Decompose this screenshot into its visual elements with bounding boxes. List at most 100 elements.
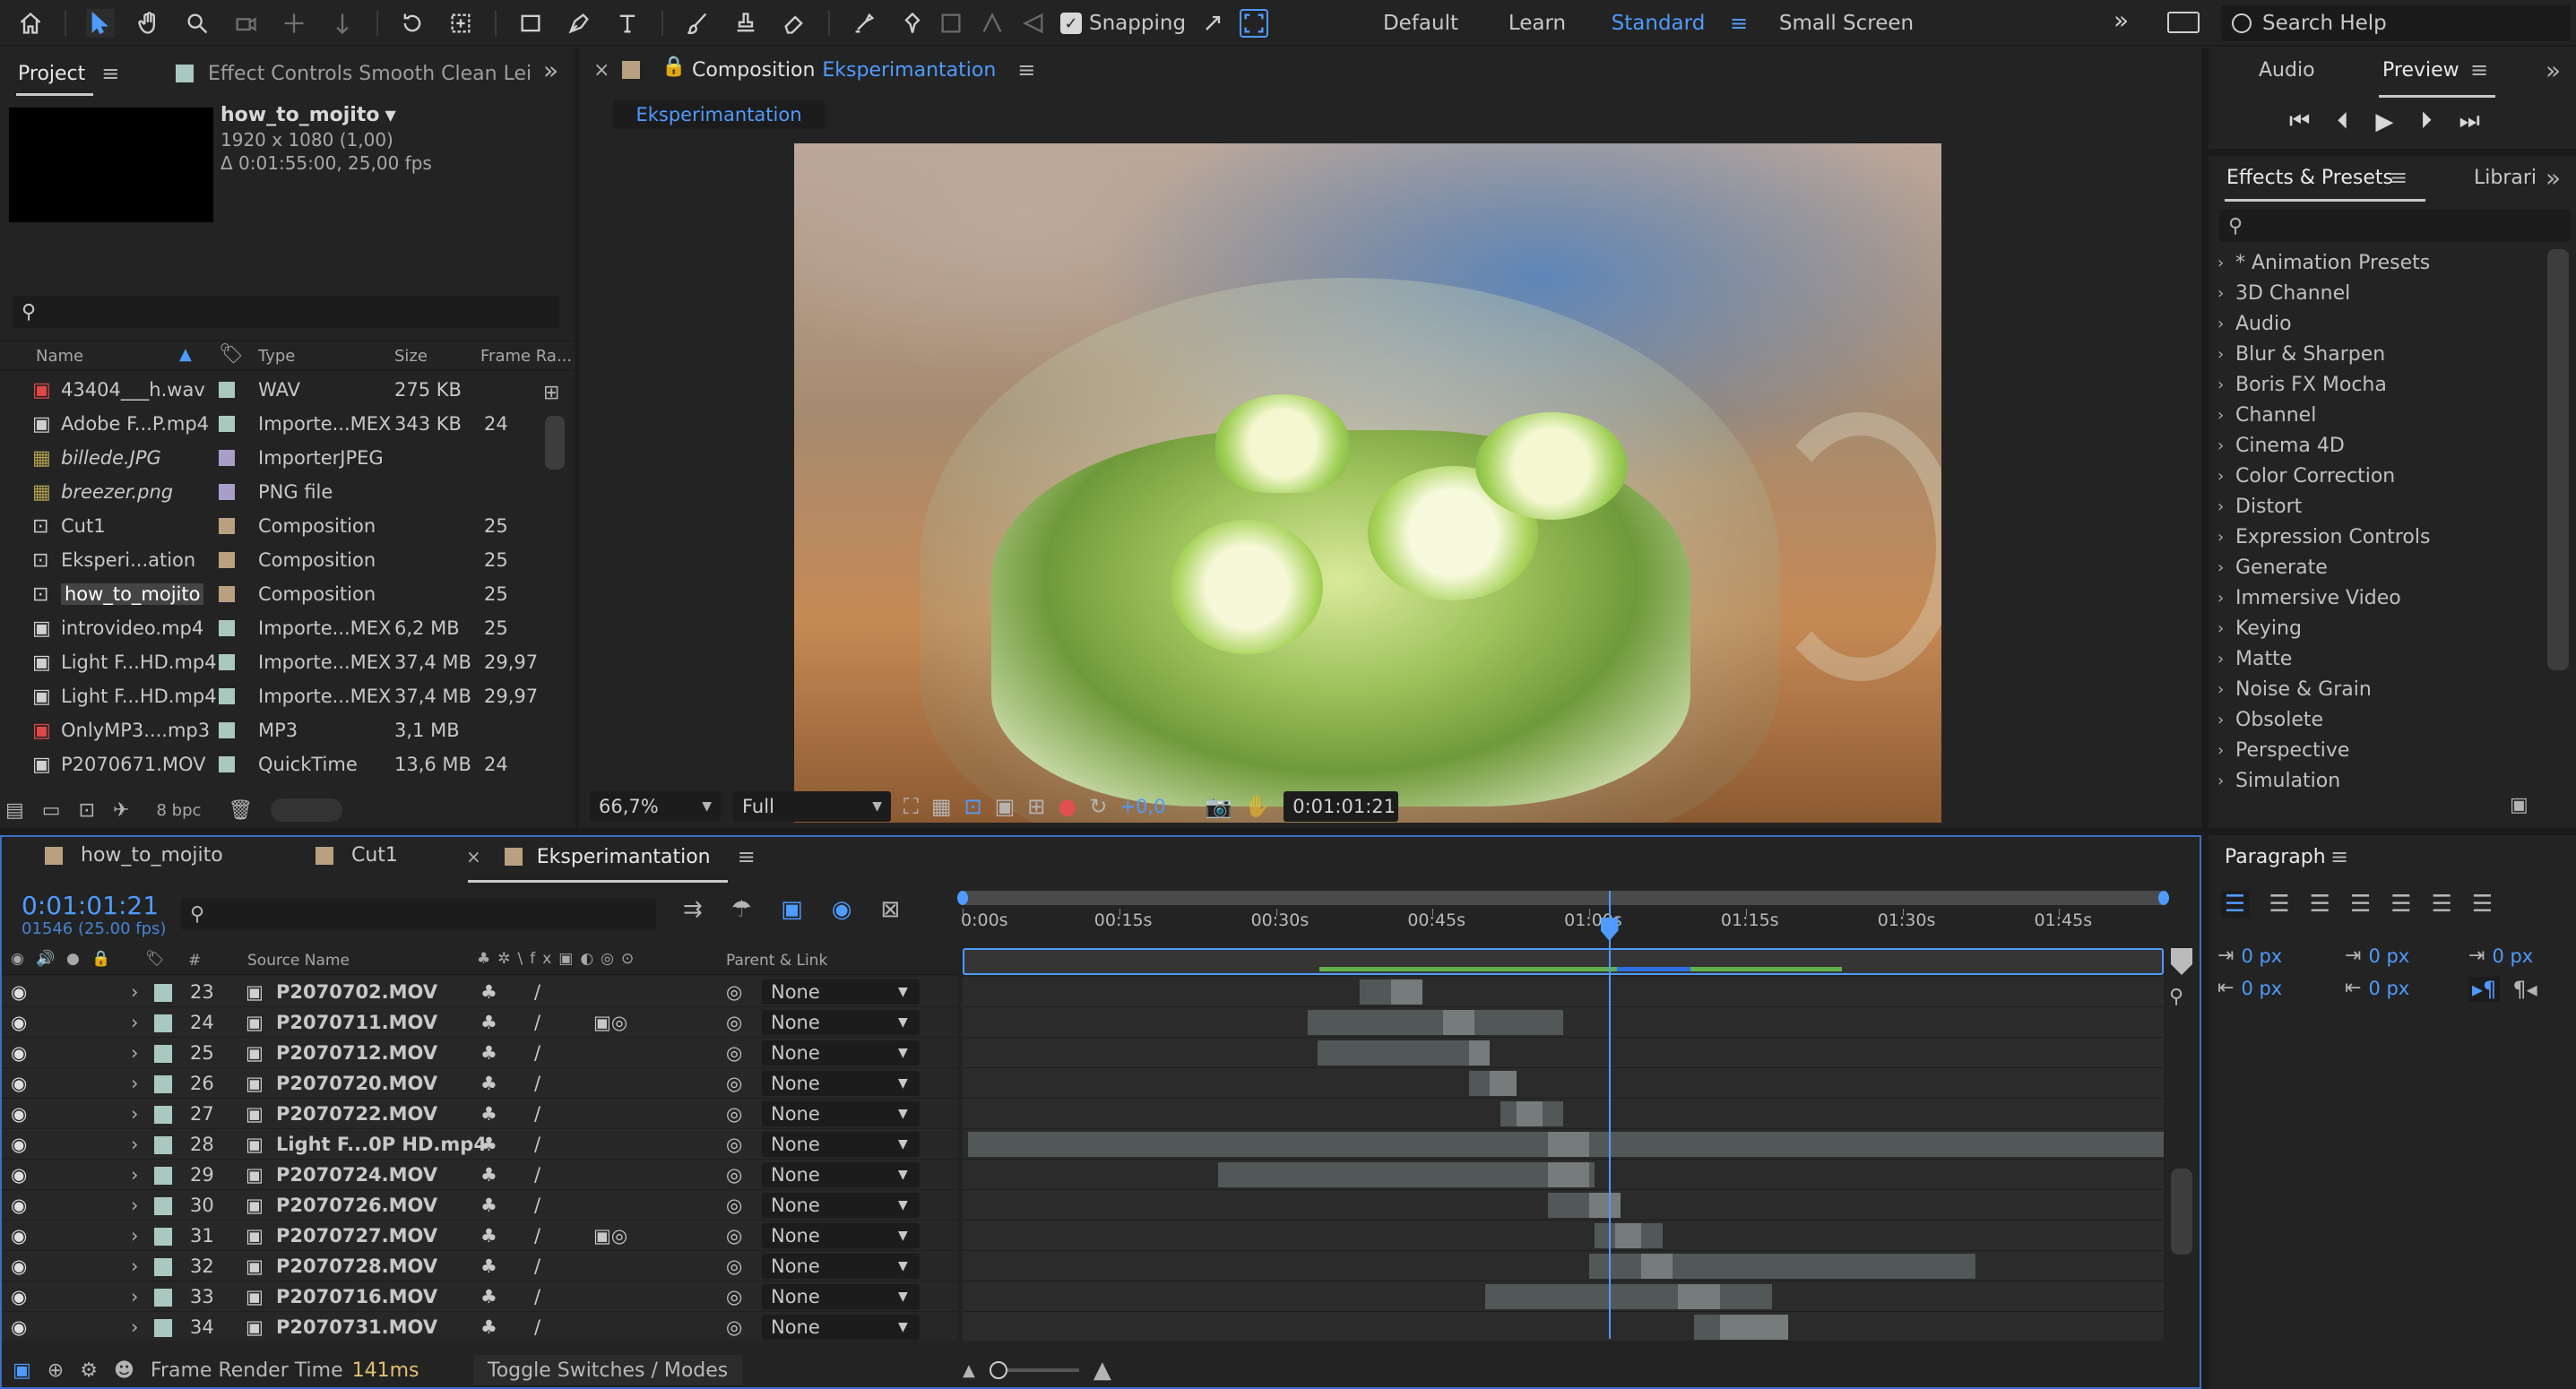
chevron-right-icon[interactable]: ›: [2217, 589, 2224, 608]
composition-subtab[interactable]: Eksperimantation: [613, 100, 825, 129]
type-tool-icon[interactable]: [613, 9, 642, 38]
label-color-chip[interactable]: [219, 450, 235, 466]
timeline-zoom-marker[interactable]: [2171, 948, 2192, 975]
mask-path-icon[interactable]: ⊡: [964, 794, 982, 819]
roto-brush-icon[interactable]: [850, 9, 878, 38]
eye-icon[interactable]: ◉: [11, 1195, 27, 1216]
quality-switch-icon[interactable]: /: [534, 1073, 540, 1094]
snapshot-icon[interactable]: 📷: [1205, 794, 1232, 819]
panel-menu-icon[interactable]: ≡: [101, 61, 119, 86]
layer-label-chip[interactable]: [154, 1136, 172, 1154]
timeline-layer-row[interactable]: ◉ › 27 ▣ P2070722.MOV ♣ / ◎ None ▼: [2, 1099, 957, 1129]
chevron-right-icon[interactable]: ›: [2217, 436, 2224, 455]
timeline-layer-row[interactable]: ◉ › 24 ▣ P2070711.MOV ♣ / ▣◎ ◎ None ▼: [2, 1007, 957, 1038]
timeline-layer-row[interactable]: ◉ › 29 ▣ P2070724.MOV ♣ / ◎ None ▼: [2, 1160, 957, 1190]
project-scrollbar[interactable]: [545, 416, 565, 470]
timeline-tab-cut1[interactable]: Cut1: [316, 844, 398, 867]
effects-category-item[interactable]: › Simulation: [2209, 765, 2540, 796]
label-color-chip[interactable]: [219, 484, 235, 500]
pen-tool-icon[interactable]: [565, 9, 593, 38]
expand-chevron-icon[interactable]: ›: [131, 1316, 138, 1338]
expand-chevron-icon[interactable]: ›: [131, 1286, 138, 1307]
label-color-chip[interactable]: [219, 586, 235, 602]
panel-overflow-icon[interactable]: »: [2546, 56, 2561, 85]
project-item-row[interactable]: ▣ Light F...HD.mp4 Importe...MEX 37,4 MB 29,…: [0, 679, 538, 713]
effects-category-item[interactable]: › Expression Controls: [2209, 522, 2540, 552]
timeline-layer-row[interactable]: ◉ › 33 ▣ P2070716.MOV ♣ / ◎ None ▼: [2, 1281, 957, 1312]
project-item-row[interactable]: ⊡ how_to_mojito Composition 25: [0, 577, 538, 611]
delete-icon[interactable]: 🗑: [228, 799, 253, 822]
workspace-learn[interactable]: Learn: [1479, 12, 1595, 35]
space-before-field[interactable]: ⇥ 0 px: [2345, 945, 2409, 967]
layer-active-segment[interactable]: [1719, 1315, 1788, 1340]
layer-number-header[interactable]: #: [188, 952, 201, 970]
quality-switch-icon[interactable]: /: [534, 1195, 540, 1216]
panel-divider-vertical[interactable]: [2201, 835, 2209, 1389]
layer-label-chip[interactable]: [154, 1289, 172, 1307]
label-color-chip[interactable]: [219, 382, 235, 398]
eye-icon[interactable]: ◉: [11, 1255, 27, 1277]
zoom-dropdown[interactable]: 66,7% ▼: [590, 791, 721, 822]
chevron-right-icon[interactable]: ›: [2217, 680, 2224, 699]
panel-divider-horizontal[interactable]: [0, 828, 2576, 835]
expand-chevron-icon[interactable]: ›: [131, 1164, 138, 1186]
timeline-layer-row[interactable]: ◉ › 32 ▣ P2070728.MOV ♣ / ◎ None ▼: [2, 1251, 957, 1281]
shy-switch-icon[interactable]: ♣: [480, 1255, 497, 1277]
timeline-layer-row[interactable]: ◉ › 26 ▣ P2070720.MOV ♣ / ◎ None ▼: [2, 1068, 957, 1099]
justify-last-left-icon[interactable]: ☰: [2350, 891, 2371, 918]
snapping-checkbox[interactable]: ✓: [1060, 13, 1082, 34]
shy-switch-icon[interactable]: ♣: [480, 981, 497, 1003]
source-name-header[interactable]: Source Name: [247, 952, 350, 970]
chevron-right-icon[interactable]: ›: [2217, 315, 2224, 333]
layer-label-chip[interactable]: [154, 1106, 172, 1124]
new-bin-icon[interactable]: ▣: [2510, 794, 2528, 816]
project-item-row[interactable]: ▣ OnlyMP3....mp3 MP3 3,1 MB: [0, 713, 538, 747]
layer-active-segment[interactable]: [1615, 1223, 1642, 1248]
orbit-camera-icon[interactable]: [231, 9, 260, 38]
parent-pickwhip-icon[interactable]: ◎: [726, 1225, 742, 1247]
shy-switch-icon[interactable]: ♣: [480, 1225, 497, 1247]
close-tab-icon[interactable]: ×: [466, 846, 481, 867]
parent-pickwhip-icon[interactable]: ◎: [726, 1073, 742, 1094]
parent-pickwhip-icon[interactable]: ◎: [726, 1195, 742, 1216]
rotate-tool-icon[interactable]: [398, 9, 427, 38]
close-tab-icon[interactable]: ×: [593, 59, 609, 82]
first-line-indent-value[interactable]: 0 px: [2492, 945, 2533, 967]
chevron-right-icon[interactable]: ›: [2217, 284, 2224, 303]
in-out-stretch-icon[interactable]: ⚙: [80, 1359, 98, 1382]
justify-last-right-icon[interactable]: ☰: [2432, 891, 2452, 918]
label-color-chip[interactable]: [219, 654, 235, 670]
toggle-switches-modes-button[interactable]: Toggle Switches / Modes: [473, 1355, 743, 1385]
effects-category-item[interactable]: › Noise & Grain: [2209, 674, 2540, 704]
chevron-right-icon[interactable]: ›: [2217, 467, 2224, 486]
label-color-chip[interactable]: [219, 756, 235, 772]
layer-label-chip[interactable]: [154, 1167, 172, 1185]
quality-switch-icon[interactable]: /: [534, 1134, 540, 1155]
zoom-in-icon[interactable]: ▲: [1094, 1357, 1111, 1384]
layer-active-segment[interactable]: [1589, 1193, 1621, 1218]
parent-pickwhip-icon[interactable]: ◎: [726, 1255, 742, 1277]
justify-all-icon[interactable]: ☰: [2472, 891, 2493, 918]
first-frame-icon[interactable]: ⏮: [2289, 108, 2310, 135]
search-help-field[interactable]: Search Help: [2221, 5, 2571, 41]
layer-active-segment[interactable]: [1641, 1254, 1673, 1279]
selection-tool-icon[interactable]: [86, 9, 115, 38]
shy-switch-icon[interactable]: ♣: [480, 1012, 497, 1033]
layer-label-chip[interactable]: [154, 1014, 172, 1032]
snap-grid-icon[interactable]: [1240, 9, 1269, 38]
workspace-default[interactable]: Default: [1362, 12, 1479, 35]
indent-right-field[interactable]: ⇤ 0 px: [2217, 977, 2282, 999]
expand-chevron-icon[interactable]: ›: [131, 1103, 138, 1125]
audio-icon[interactable]: 🔊: [36, 950, 55, 968]
parent-pickwhip-icon[interactable]: ◎: [726, 1286, 742, 1307]
align-center-icon[interactable]: ☰: [2269, 891, 2289, 918]
eraser-icon[interactable]: [780, 9, 808, 38]
eye-icon[interactable]: ◉: [11, 1164, 27, 1186]
effects-category-item[interactable]: › Boris FX Mocha: [2209, 369, 2540, 400]
expand-chevron-icon[interactable]: ›: [131, 1195, 138, 1216]
shy-switch-icon[interactable]: ♣: [480, 1134, 497, 1155]
layer-duration-bar[interactable]: [1484, 1284, 1773, 1309]
project-tab[interactable]: Project ≡: [18, 56, 119, 91]
channel-rgb-icon[interactable]: ●: [1058, 794, 1076, 819]
work-area-start-handle[interactable]: [957, 891, 968, 905]
